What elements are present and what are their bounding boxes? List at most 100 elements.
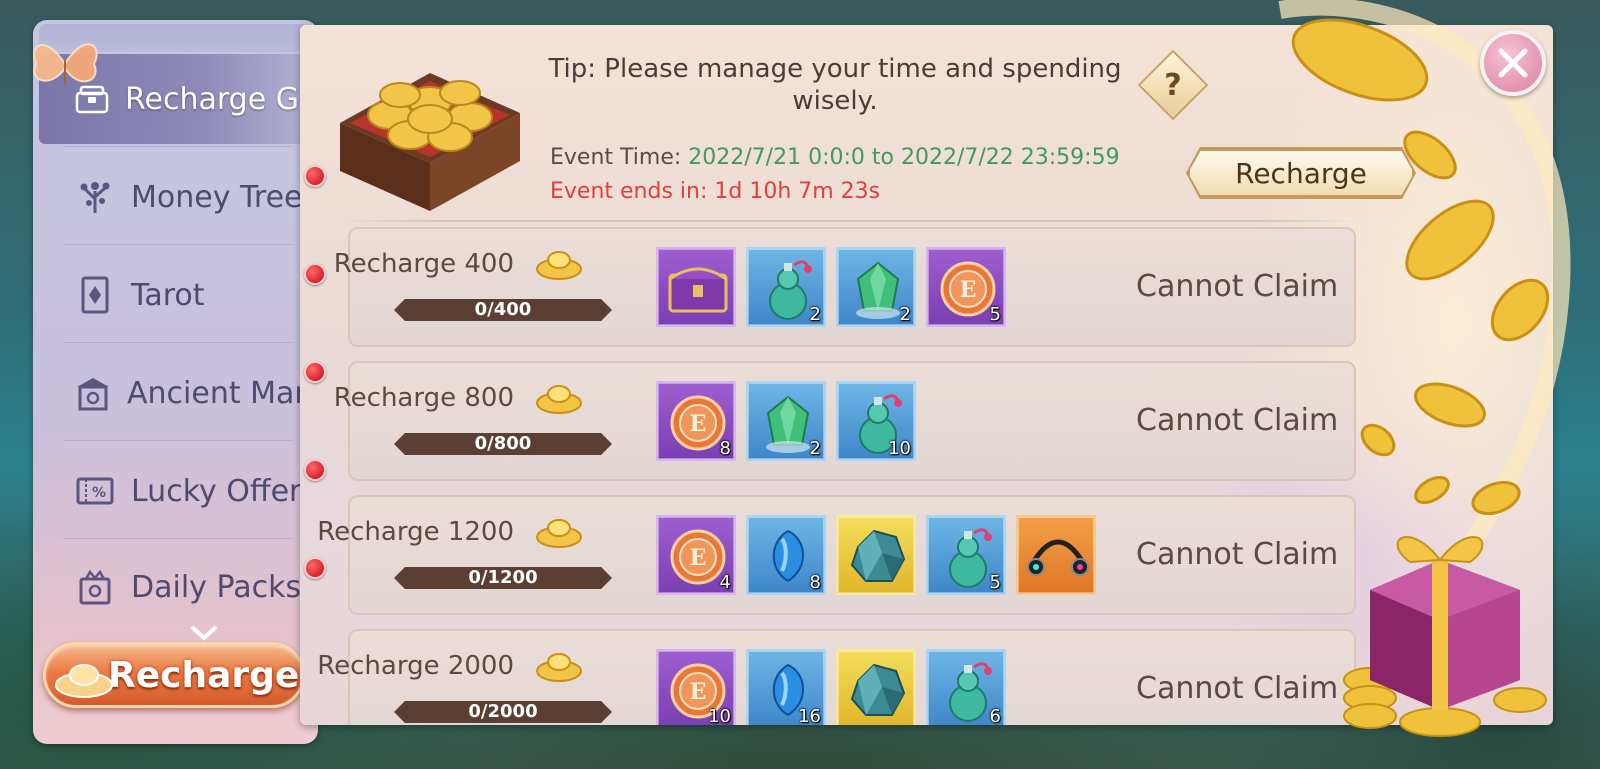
tree-icon (75, 177, 115, 217)
sidebar-item-money-tree[interactable]: Money Tree (39, 152, 314, 242)
tier-label: Recharge 2000 (317, 651, 514, 681)
reward-item[interactable]: 2 (836, 247, 916, 327)
notification-dot (304, 165, 326, 187)
divider (63, 440, 293, 441)
svg-text:%: % (92, 485, 106, 501)
reward-items: E 10 16 6 (656, 649, 1006, 725)
notification-dot (304, 361, 326, 383)
chevron-down-icon[interactable] (189, 624, 219, 642)
reward-item[interactable]: E5 (926, 247, 1006, 327)
gold-ingot-icon (534, 377, 584, 417)
progress-bar: 0/400 (394, 299, 612, 321)
divider (63, 342, 293, 343)
sidebar-item-label: Tarot (131, 277, 205, 313)
market-building-icon (75, 373, 111, 413)
progress-text: 0/400 (474, 299, 532, 320)
sidebar-item-label: Lucky Offer (131, 473, 302, 509)
progress-text: 0/1200 (468, 567, 538, 588)
tier-label: Recharge 800 (333, 383, 514, 413)
notification-dot (304, 263, 326, 285)
gold-ingot-icon (534, 511, 584, 551)
tier-row: Recharge 800 0/800 E 8 2 10 Cannot Claim (334, 361, 1356, 481)
item-quantity: 10 (888, 438, 911, 459)
tier-row: Recharge 1200 0/1200 E 4 8 5 Cannot Claim (317, 495, 1356, 615)
daily-pack-icon (75, 567, 115, 607)
item-quantity: 5 (989, 572, 1001, 593)
gift-box-decoration (1343, 536, 1547, 737)
divider (63, 146, 293, 147)
event-time: Event Time: 2022/7/21 0:0:0 to 2022/7/22… (550, 145, 1120, 170)
close-icon (1498, 48, 1528, 78)
sidebar-item-daily-packs[interactable]: Daily Packs (39, 542, 314, 632)
gold-ingot-icon (534, 243, 584, 283)
item-quantity: 10 (708, 706, 731, 725)
svg-text:E: E (690, 545, 707, 571)
svg-text:E: E (960, 277, 977, 303)
item-quantity: 8 (809, 572, 821, 593)
progress-bar: 0/800 (394, 433, 612, 455)
tier-row: Recharge 2000 0/2000 E 10 16 6 Cannot Claim (317, 629, 1356, 725)
coin-chest-icon (340, 73, 520, 211)
reward-item[interactable] (836, 515, 916, 595)
item-quantity: 5 (989, 304, 1001, 325)
sidebar-item-lucky-offer[interactable]: % Lucky Offer (39, 446, 314, 536)
tip-text: Tip: Please manage your time and spendin… (548, 54, 1122, 116)
sidebar-item-label: Recharge Gift (125, 81, 330, 117)
sidebar-item-ancient-market[interactable]: Ancient Market (39, 348, 353, 438)
reward-item[interactable]: 2 (746, 381, 826, 461)
divider (63, 538, 293, 539)
tier-row: Recharge 400 0/400 2 2 E 5 Cannot Claim (334, 227, 1356, 347)
sidebar-item-label: Daily Packs (131, 569, 302, 605)
tier-label: Recharge 400 (333, 249, 514, 279)
butterfly-icon (33, 43, 98, 84)
reward-item[interactable]: 8 (746, 515, 826, 595)
progress-text: 0/2000 (468, 701, 538, 722)
notification-dot (304, 459, 326, 481)
item-quantity: 4 (719, 572, 731, 593)
item-quantity: 2 (899, 304, 911, 325)
sidebar-item-label: Money Tree (131, 179, 303, 215)
svg-text:E: E (690, 679, 707, 705)
reward-item[interactable]: 6 (926, 649, 1006, 725)
divider (63, 244, 293, 245)
gold-coins-decoration (1278, 0, 1571, 560)
event-countdown: Event ends in: 1d 10h 7m 23s (550, 179, 881, 204)
divider (338, 220, 1358, 222)
notification-dot (304, 557, 326, 579)
sidebar-item-tarot[interactable]: Tarot (39, 250, 314, 340)
reward-item[interactable]: 16 (746, 649, 826, 725)
item-quantity: 6 (989, 706, 1001, 725)
tarot-card-icon (75, 275, 115, 315)
reward-item[interactable]: 5 (926, 515, 1006, 595)
gold-ingot-icon (534, 645, 584, 685)
progress-text: 0/800 (474, 433, 532, 454)
reward-items: E 8 2 10 (656, 381, 916, 461)
item-quantity: 2 (809, 304, 821, 325)
discount-ticket-icon: % (75, 471, 115, 511)
question-icon: ? (1164, 67, 1182, 103)
close-button[interactable] (1480, 30, 1546, 96)
reward-item[interactable]: E8 (656, 381, 736, 461)
reward-items: E4 8 5 (656, 515, 1096, 595)
reward-items: 2 2 E5 (656, 247, 1006, 327)
reward-item[interactable]: 10 (836, 381, 916, 461)
reward-item[interactable]: 2 (746, 247, 826, 327)
reward-item[interactable]: E 10 (656, 649, 736, 725)
event-time-value: 2022/7/21 0:0:0 to 2022/7/22 23:59:59 (688, 145, 1120, 170)
item-quantity: 2 (809, 438, 821, 459)
reward-item[interactable] (656, 247, 736, 327)
gold-ingot-icon (55, 664, 113, 698)
reward-item[interactable] (1016, 515, 1096, 595)
sidebar: Recharge Gift Money Tree Tarot Ancient M… (33, 20, 353, 744)
claim-status[interactable]: Cannot Claim (1136, 671, 1338, 706)
item-quantity: 16 (798, 706, 821, 725)
recharge-side-label: Recharge (108, 654, 300, 696)
reward-item[interactable] (836, 649, 916, 725)
event-time-label: Event Time: (550, 145, 682, 170)
tier-label: Recharge 1200 (317, 517, 514, 547)
progress-bar: 0/2000 (394, 701, 612, 723)
item-quantity: 8 (719, 438, 731, 459)
reward-item[interactable]: E4 (656, 515, 736, 595)
recharge-side-button[interactable]: Recharge (43, 642, 305, 708)
progress-bar: 0/1200 (394, 567, 612, 589)
